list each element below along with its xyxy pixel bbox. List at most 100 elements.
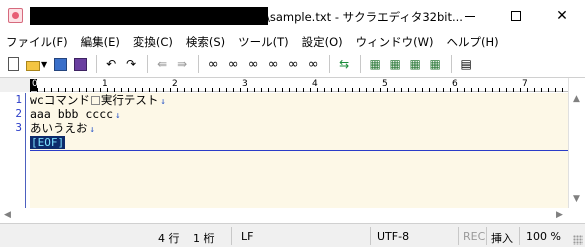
tag-back-button[interactable]: ▦ <box>406 55 424 73</box>
menu-search[interactable]: 検索(S) <box>186 34 225 50</box>
line-text: 実行テスト <box>100 93 159 107</box>
ruler-label: 2 <box>172 79 178 89</box>
status-separator <box>519 227 520 245</box>
scroll-down-icon[interactable]: ▼ <box>573 194 580 204</box>
ruler-label: 4 <box>312 79 318 89</box>
search-next-button[interactable]: ∞ <box>244 55 262 73</box>
close-button[interactable]: ✕ <box>539 0 585 32</box>
menu-edit[interactable]: 編集(E) <box>81 34 120 50</box>
replace-icon: ∞ <box>267 56 279 72</box>
binoculars-icon: ∞ <box>207 56 219 72</box>
eof-marker: [EOF] <box>30 136 66 149</box>
redo-icon: ↷ <box>126 57 137 71</box>
tag-jump-icon: ▦ <box>389 57 401 71</box>
outline-icon: ▦ <box>369 57 381 71</box>
status-separator <box>231 227 232 245</box>
status-rec: REC <box>463 230 486 243</box>
new-file-button[interactable] <box>4 55 22 73</box>
status-insert-mode[interactable]: 挿入 <box>491 230 513 246</box>
ruler-corner <box>0 78 30 92</box>
horizontal-scrollbar[interactable]: ◀ ▶ <box>0 208 568 223</box>
menu-file[interactable]: ファイル(F) <box>6 34 68 50</box>
scroll-left-icon[interactable]: ◀ <box>4 210 11 220</box>
undo-button[interactable]: ↶ <box>102 55 120 73</box>
maximize-button[interactable] <box>493 0 539 32</box>
toolbar-separator <box>360 55 362 73</box>
line-text: aaa bbb cccc <box>30 107 114 121</box>
search-prev-icon: ∞ <box>227 56 239 72</box>
jump-forward-button[interactable]: ⇛ <box>173 55 191 73</box>
ruler-label: 7 <box>522 79 528 89</box>
resize-grip-icon[interactable] <box>573 235 583 245</box>
compare-button[interactable]: ⇆ <box>335 55 353 73</box>
tag-jump-button[interactable]: ▦ <box>386 55 404 73</box>
menu-convert[interactable]: 変換(C) <box>133 34 173 50</box>
status-bar: 4 行 1 桁 LF UTF-8 REC 挿入 100 % <box>0 223 585 247</box>
tag-list-icon: ▦ <box>429 57 441 71</box>
jump-forward-icon: ⇛ <box>177 57 188 71</box>
line-text: wcコマンド <box>30 93 90 107</box>
menu-window[interactable]: ウィンドウ(W) <box>356 34 434 50</box>
scroll-up-icon[interactable]: ▲ <box>573 94 580 104</box>
menu-settings[interactable]: 設定(O) <box>302 34 343 50</box>
status-zoom[interactable]: 100 % <box>526 230 561 243</box>
menu-bar: ファイル(F) 編集(E) 変換(C) 検索(S) ツール(T) 設定(O) ウ… <box>0 33 585 51</box>
fullwidth-space-mark <box>90 96 100 105</box>
line-number: 3 <box>15 121 22 134</box>
search-button[interactable]: ∞ <box>204 55 222 73</box>
ruler-label: 3 <box>242 79 248 89</box>
line-text: あいうえお <box>30 121 88 135</box>
jump-back-button[interactable]: ⇚ <box>153 55 171 73</box>
toolbar-separator <box>329 55 331 73</box>
ruler-label: 5 <box>382 79 388 89</box>
replace-button[interactable]: ∞ <box>264 55 282 73</box>
status-encoding[interactable]: UTF-8 <box>377 230 409 243</box>
scroll-right-icon[interactable]: ▶ <box>556 210 563 220</box>
newline-mark: ↓ <box>115 111 121 121</box>
maximize-icon <box>511 11 521 21</box>
compare-icon: ⇆ <box>339 57 350 71</box>
redacted-path <box>30 7 268 25</box>
outline-button[interactable]: ▦ <box>366 55 384 73</box>
window-title: \sample.txt - サクラエディタ32bit... <box>266 10 463 24</box>
status-separator <box>370 227 371 245</box>
minimize-button[interactable] <box>447 0 493 32</box>
ruler-label: 1 <box>102 79 108 89</box>
toolbar: ▼ ↶ ↷ ⇚ ⇛ ∞ ∞ ∞ ∞ ∞ ∞ ⇆ ▦ ▦ ▦ ▦ ▤ <box>0 52 585 76</box>
horizontal-scroll-thumb[interactable] <box>16 212 554 219</box>
grep-button[interactable]: ∞ <box>304 55 322 73</box>
status-row: 4 行 <box>158 232 180 245</box>
save-button[interactable] <box>51 55 69 73</box>
open-file-button[interactable] <box>24 55 42 73</box>
search-next-icon: ∞ <box>247 56 259 72</box>
clear-search-icon: ∞ <box>287 56 299 72</box>
line-number-gutter: 1 2 3 <box>0 93 26 223</box>
toolbar-separator <box>96 55 98 73</box>
app-icon[interactable] <box>8 8 23 23</box>
redo-button[interactable]: ↷ <box>122 55 140 73</box>
ruler-label: 6 <box>452 79 458 89</box>
save-as-button[interactable] <box>71 55 89 73</box>
minimize-icon <box>465 15 475 17</box>
cursor-line-underline <box>30 150 568 151</box>
editor: 0 1 2 3 4 5 6 7 1 2 3 wcコマンド 実行テスト ↓ aaa b… <box>0 77 585 223</box>
undo-icon: ↶ <box>106 57 117 71</box>
text-line-3: あいうえお ↓ <box>30 121 95 137</box>
clear-search-button[interactable]: ∞ <box>284 55 302 73</box>
tag-list-button[interactable]: ▦ <box>426 55 444 73</box>
menu-help[interactable]: ヘルプ(H) <box>447 34 499 50</box>
newline-mark: ↓ <box>89 125 95 135</box>
toolbar-separator <box>198 55 200 73</box>
title-bar: \sample.txt - サクラエディタ32bit... ✕ <box>0 0 585 33</box>
settings-button[interactable]: ▤ <box>457 55 475 73</box>
ruler-ticks <box>30 78 568 92</box>
status-newline[interactable]: LF <box>241 230 253 243</box>
menu-tools[interactable]: ツール(T) <box>238 34 289 50</box>
ruler-label: 0 <box>32 79 38 89</box>
search-prev-button[interactable]: ∞ <box>224 55 242 73</box>
text-area[interactable]: wcコマンド 実行テスト ↓ aaa bbb cccc ↓ あいうえお ↓ [EOF] <box>30 93 568 223</box>
close-icon: ✕ <box>556 8 568 24</box>
folder-icon <box>26 60 40 71</box>
vertical-scrollbar[interactable]: ▲ ▼ <box>568 78 585 208</box>
toolbar-separator <box>147 55 149 73</box>
